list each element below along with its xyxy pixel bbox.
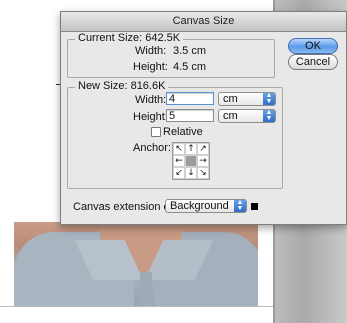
- ok-button[interactable]: OK: [288, 38, 338, 54]
- select-arrows-icon: ▲ ▼: [263, 109, 275, 122]
- new-width-input[interactable]: 4: [166, 92, 214, 105]
- new-width-unit-select[interactable]: cm ▲ ▼: [218, 92, 276, 106]
- current-height-label: Height:: [133, 61, 168, 73]
- new-height-unit-select[interactable]: cm ▲ ▼: [218, 109, 276, 123]
- new-height-unit-value: cm: [223, 110, 238, 122]
- anchor-se-arrow-icon[interactable]: ↘: [197, 167, 209, 179]
- select-arrows-icon: ▲ ▼: [234, 199, 246, 212]
- anchor-label: Anchor:: [133, 142, 171, 154]
- anchor-s-arrow-icon[interactable]: ↓: [185, 167, 197, 179]
- relative-label[interactable]: Relative: [163, 126, 203, 138]
- current-width-value: 3.5 cm: [173, 45, 207, 57]
- document-photo: [14, 222, 258, 306]
- anchor-e-arrow-icon[interactable]: →: [197, 155, 209, 167]
- new-size-heading: New Size: 816.6K: [75, 80, 169, 92]
- new-width-unit-value: cm: [223, 93, 238, 105]
- new-height-input[interactable]: 5: [166, 109, 214, 122]
- canvas-size-dialog: Canvas Size Current Size: 642.5K Width: …: [60, 11, 347, 225]
- select-arrows-icon: ▲ ▼: [263, 92, 275, 105]
- current-size-heading: Current Size: 642.5K: [75, 32, 184, 44]
- extension-color-swatch[interactable]: [251, 203, 258, 210]
- current-width-label: Width:: [135, 45, 167, 57]
- new-width-label: Width:: [135, 94, 167, 106]
- document-bottom-edge: [0, 306, 273, 307]
- anchor-nw-arrow-icon[interactable]: ↖: [173, 143, 185, 155]
- current-size-group: [67, 39, 275, 78]
- anchor-w-arrow-icon[interactable]: ←: [173, 155, 185, 167]
- cancel-button[interactable]: Cancel: [288, 54, 338, 70]
- dialog-title: Canvas Size: [61, 12, 346, 32]
- anchor-center-cell[interactable]: [185, 155, 197, 167]
- anchor-sw-arrow-icon[interactable]: ↙: [173, 167, 185, 179]
- new-height-label: Height:: [133, 111, 168, 123]
- anchor-n-arrow-icon[interactable]: ↑: [185, 143, 197, 155]
- anchor-grid[interactable]: ↖ ↑ ↗ ← → ↙ ↓ ↘: [172, 142, 210, 180]
- anchor-ne-arrow-icon[interactable]: ↗: [197, 143, 209, 155]
- extension-color-select[interactable]: Background ▲ ▼: [165, 199, 247, 213]
- relative-checkbox[interactable]: [151, 127, 161, 137]
- current-height-value: 4.5 cm: [173, 61, 207, 73]
- extension-color-value: Background: [170, 200, 229, 212]
